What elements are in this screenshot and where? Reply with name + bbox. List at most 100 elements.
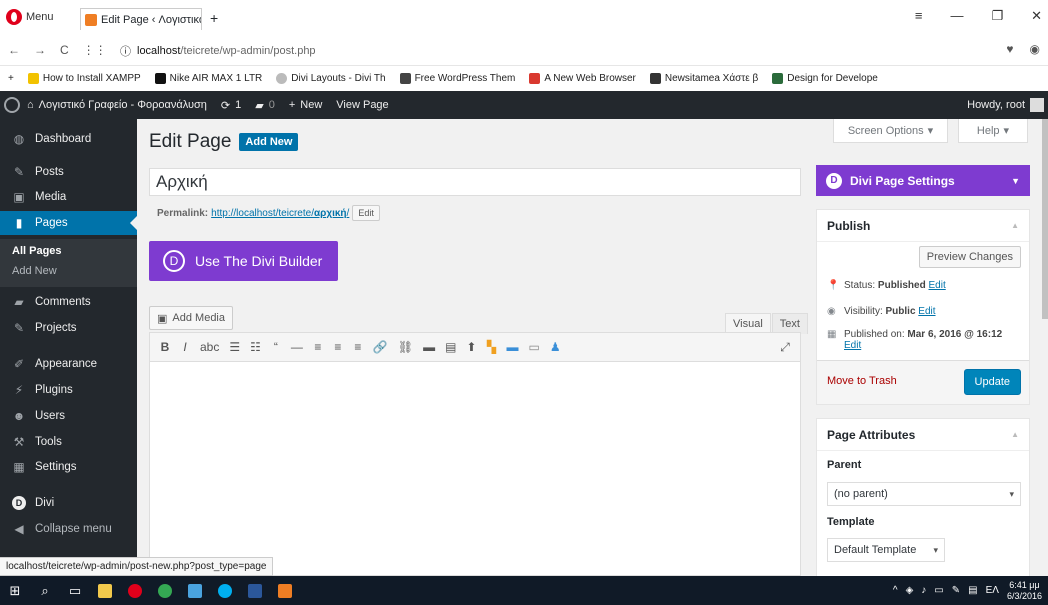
submenu-all-pages[interactable]: All Pages [12,245,62,257]
move-to-trash-link[interactable]: Move to Trash [827,375,897,387]
heart-icon[interactable]: ♥ [1006,42,1013,56]
new-tab-button[interactable]: + [210,10,218,26]
italic-icon[interactable]: I [180,340,190,354]
bookmark-item[interactable]: Newsitamea Χάστε β [649,73,758,84]
view-page-link[interactable]: View Page [329,99,395,111]
divi-page-settings-header[interactable]: D Divi Page Settings ▼ [816,165,1030,196]
menu-item-plugins[interactable]: ⚡ Plugins [0,378,137,402]
divi-builder-button[interactable]: D Use The Divi Builder [149,241,338,281]
page-title-input[interactable]: Αρχική [149,168,801,196]
read-more-icon[interactable]: ▬ [423,340,435,354]
publish-box-header[interactable]: Publish ▲ [817,210,1029,242]
back-icon[interactable]: ← [8,43,20,57]
box-icon[interactable]: ▭ [528,340,539,354]
collapse-menu-button[interactable]: ◀ Collapse menu [0,517,137,541]
fullscreen-icon[interactable]: ⤢ [780,340,790,355]
wordpress-logo-icon[interactable] [4,97,20,113]
parent-select[interactable]: (no parent) ▾ [827,482,1021,506]
comments-link[interactable]: ▰ 0 [248,99,282,112]
file-explorer-icon[interactable] [90,576,120,605]
edit-visibility-link[interactable]: Edit [918,306,935,317]
link-icon[interactable]: 🔗 [373,340,388,354]
updates-link[interactable]: ⟳ 1 [214,99,248,112]
close-window-icon[interactable]: ✕ [1031,8,1042,24]
add-media-button[interactable]: ▣ Add Media [149,306,233,330]
edit-permalink-button[interactable]: Edit [352,205,380,221]
menu-item-tools[interactable]: ⚒ Tools [0,430,137,454]
clock[interactable]: 6:41 μμ 6/3/2016 [1007,580,1042,602]
opera-icon[interactable] [120,576,150,605]
xampp-icon[interactable] [270,576,300,605]
menu-item-projects[interactable]: ✎ Projects [0,316,137,340]
menu-item-users[interactable]: ☻ Users [0,404,137,428]
numbered-list-icon[interactable]: ☷ [250,340,261,354]
speed-dial-icon[interactable]: ⋮⋮ [83,43,107,57]
edit-status-link[interactable]: Edit [929,280,946,291]
help-button[interactable]: Help ▾ [958,119,1028,143]
bookmark-item[interactable]: Design for Develope [772,73,878,84]
bookmark-item[interactable]: Divi Layouts - Divi Th [276,73,386,84]
page-attributes-header[interactable]: Page Attributes ▲ [817,419,1029,451]
search-icon[interactable]: ⌕ [30,576,60,605]
menu-item-settings[interactable]: ▦ Settings [0,455,137,479]
bullet-list-icon[interactable]: ☰ [229,340,240,354]
volume-icon[interactable]: ♪ [921,585,926,596]
menu-item-appearance[interactable]: ✐ Appearance [0,352,137,376]
forward-icon[interactable]: → [34,43,46,57]
divider-icon[interactable]: ▬ [506,340,518,354]
editor-content-area[interactable] [149,362,801,576]
bold-icon[interactable]: B [160,340,170,354]
scrollbar-thumb[interactable] [1042,119,1048,319]
align-right-icon[interactable]: ≡ [353,340,363,354]
network-icon[interactable]: ◈ [906,585,914,596]
add-bookmark-icon[interactable]: + [8,73,14,84]
bookmark-item[interactable]: Free WordPress Them [399,73,515,84]
reload-icon[interactable]: C [60,43,69,57]
chrome-icon[interactable] [150,576,180,605]
mail-icon[interactable] [180,576,210,605]
update-button[interactable]: Update [963,369,1021,395]
menu-item-media[interactable]: ▣ Media [0,185,137,209]
battery-icon[interactable]: ▭ [934,585,943,596]
menu-item-dashboard[interactable]: ◍ Dashboard [0,127,137,151]
tab-text[interactable]: Text [771,313,808,334]
chevron-up-icon[interactable]: ^ [893,585,898,596]
word-icon[interactable] [240,576,270,605]
language-indicator[interactable]: ΕΛ [986,585,999,596]
layout-icon[interactable]: ▚ [486,340,496,354]
extension-icon[interactable]: ◉ [1030,42,1040,56]
url-field[interactable]: ⓘ localhost/teicrete/wp-admin/post.php [120,43,316,59]
permalink-link[interactable]: http://localhost/teicrete/αρχική/ [211,208,349,219]
edit-date-link[interactable]: Edit [844,340,861,351]
task-view-icon[interactable]: ▭ [60,576,90,605]
restore-icon[interactable]: ❐ [991,8,1003,24]
shortcode-icon[interactable]: ⬆ [466,340,476,354]
align-left-icon[interactable]: ≡ [313,340,323,354]
account-menu[interactable]: Howdy, root [967,98,1044,112]
screen-options-button[interactable]: Screen Options ▾ [833,119,948,143]
new-content-link[interactable]: + New [282,99,329,111]
align-center-icon[interactable]: ≡ [333,340,343,354]
preview-changes-button[interactable]: Preview Changes [918,246,1021,268]
opera-menu-button[interactable]: Menu [6,9,54,25]
pen-icon[interactable]: ✎ [952,585,960,596]
skype-icon[interactable] [210,576,240,605]
person-icon[interactable]: ♟ [550,340,561,354]
menu-item-divi[interactable]: D Divi [0,491,137,515]
menu-item-pages[interactable]: ▮ Pages [0,211,137,235]
tab-visual[interactable]: Visual [725,313,771,334]
bookmark-item[interactable]: A New Web Browser [529,73,636,84]
browser-tab[interactable]: Edit Page ‹ Λογιστικό Γραφ × [80,8,202,30]
horizontal-line-icon[interactable]: — [291,340,303,354]
bookmark-item[interactable]: Nike AIR MAX 1 LTR [154,73,262,84]
strikethrough-icon[interactable]: abc [200,340,219,354]
toolbar-toggle-icon[interactable]: ▤ [445,340,456,354]
menu-item-posts[interactable]: ✎ Posts [0,160,137,184]
windows-start-icon[interactable]: ⊞ [0,576,30,605]
submenu-add-new[interactable]: Add New [12,265,57,277]
add-new-page-button[interactable]: Add New [239,133,299,151]
template-select[interactable]: Default Template ▾ [827,538,945,562]
tab-menu-icon[interactable]: ≡ [915,8,923,24]
minimize-icon[interactable]: — [950,8,963,24]
notification-icon[interactable]: ▤ [968,585,977,596]
